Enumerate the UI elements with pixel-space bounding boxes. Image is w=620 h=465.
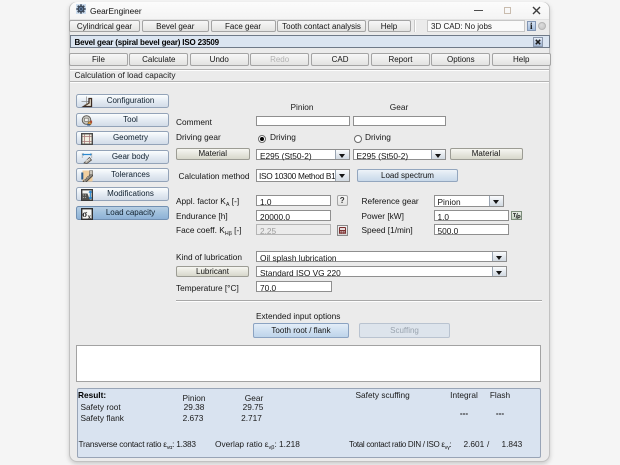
svg-text:x: x (88, 213, 92, 220)
svg-text:σ: σ (82, 209, 87, 219)
